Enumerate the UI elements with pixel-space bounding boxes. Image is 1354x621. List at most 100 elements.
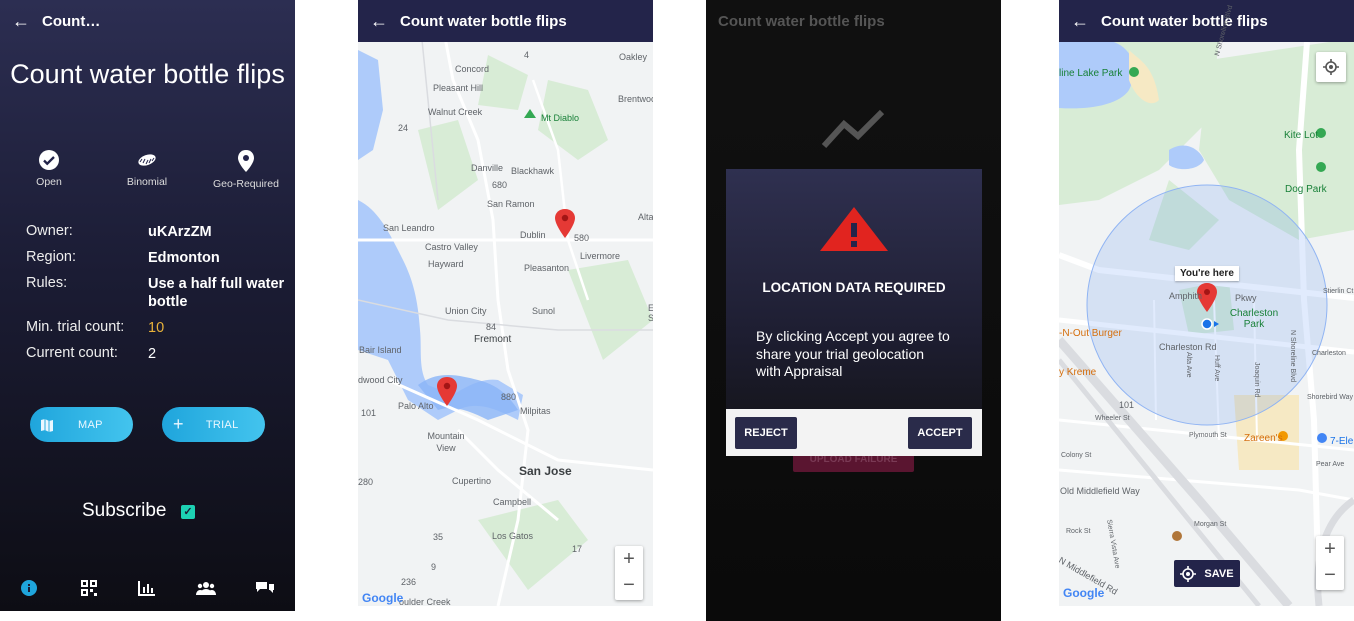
chat-icon[interactable] — [253, 578, 277, 598]
feature-label: Binomial — [126, 176, 168, 188]
map-canvas[interactable] — [1059, 0, 1354, 606]
crosshair-icon — [1323, 59, 1339, 75]
detail-region: Region: Edmonton — [26, 249, 288, 267]
save-button-label: SAVE — [1204, 567, 1234, 580]
map-label: S — [648, 313, 653, 323]
map-label: San Ramon — [487, 199, 535, 209]
bottle-cap-icon — [138, 154, 156, 166]
reject-button[interactable]: REJECT — [735, 417, 797, 449]
trial-button-label: TRIAL — [205, 418, 239, 431]
trend-line-icon — [821, 109, 885, 149]
route-label: 35 — [433, 532, 444, 542]
map-label: Fremont — [474, 334, 512, 345]
detail-min-trial-count: Min. trial count: 10 — [26, 319, 288, 337]
crosshair-icon — [1180, 565, 1197, 582]
trial-button[interactable]: + TRIAL — [162, 407, 265, 442]
map-label: Cupertino — [452, 476, 492, 486]
qr-code-icon[interactable] — [77, 578, 101, 598]
zoom-out-button[interactable]: − — [615, 572, 643, 598]
map-button[interactable]: MAP — [30, 407, 133, 442]
experiment-title: Count water bottle flips — [10, 59, 285, 89]
map-label: Colony St — [1061, 452, 1092, 459]
plus-icon: + — [173, 414, 184, 434]
map-label: Campbell — [493, 497, 532, 507]
detail-value: uKArzZM — [148, 224, 212, 240]
save-button[interactable]: SAVE — [1174, 560, 1240, 587]
map-label: San Leandro — [383, 223, 435, 233]
feature-binomial: Binomial — [107, 150, 187, 188]
app-bar: ← Count water bottle flips — [1059, 0, 1354, 42]
zoom-in-button[interactable]: + — [1316, 536, 1344, 562]
map-label: N Shoreline Blvd — [1289, 330, 1296, 383]
route-label: 880 — [501, 392, 517, 402]
route-label: 9 — [431, 562, 437, 572]
map-label: Zareen's — [1244, 433, 1283, 444]
map-label: Hayward — [428, 259, 464, 269]
route-label: 680 — [492, 180, 508, 190]
map-label: Huff Ave — [1213, 355, 1220, 382]
detail-owner: Owner: uKArzZM — [26, 223, 288, 241]
map-label: Concord — [455, 64, 490, 74]
feature-geo-required: Geo-Required — [206, 150, 286, 190]
app-bar: ← Count… — [0, 0, 295, 42]
map-label: Oakley — [619, 52, 648, 62]
map-label: Bair Island — [359, 345, 402, 355]
detail-key: Current count: — [26, 345, 118, 361]
feature-open: Open — [9, 150, 89, 188]
my-location-button[interactable] — [1316, 52, 1346, 82]
map-label: Plymouth St — [1189, 432, 1227, 439]
map-canvas[interactable] — [358, 0, 653, 606]
map-label: Los Gatos — [492, 531, 534, 541]
google-logo: Google — [362, 591, 404, 605]
detail-current-count: Current count: 2 — [26, 345, 288, 363]
zoom-controls: + − — [615, 546, 643, 600]
map-label: dwood City — [358, 375, 403, 385]
map-label: Wheeler St — [1095, 415, 1130, 422]
location-dialog: LOCATION DATA REQUIRED By clicking Accep… — [726, 169, 982, 456]
map-button-label: MAP — [78, 418, 103, 431]
map-label: Alta Ave — [1185, 352, 1192, 378]
zoom-in-button[interactable]: + — [615, 546, 643, 572]
detail-value: 2 — [148, 346, 157, 362]
location-pin-icon — [238, 150, 254, 172]
permission-screen: Count water bottle flips UPLOAD FAILURE … — [706, 0, 1001, 621]
zoom-out-button[interactable]: − — [1316, 562, 1344, 588]
map-label: -N-Out Burger — [1059, 328, 1122, 339]
route-label: 280 — [358, 477, 374, 487]
route-label: 17 — [572, 544, 583, 554]
back-arrow-icon[interactable]: ← — [0, 11, 42, 32]
map-label: Shorebird Way — [1307, 394, 1354, 401]
map-label: Joaquin Rd — [1253, 362, 1260, 398]
info-icon[interactable] — [17, 578, 41, 598]
map-screen: ← Count water bottle flips Concord Pleas… — [358, 0, 653, 606]
check-circle-icon — [39, 150, 59, 170]
map-label: Mt Diablo — [541, 113, 580, 123]
map-label: Dog Park — [1285, 184, 1327, 195]
route-label: 101 — [361, 408, 377, 418]
back-arrow-icon[interactable]: ← — [358, 11, 400, 32]
location-picker-screen: ← Count water bottle flips line Lake Par… — [1059, 0, 1354, 606]
dialog-title: LOCATION DATA REQUIRED — [762, 280, 946, 295]
map-label: Sunol — [532, 306, 556, 316]
detail-value: Edmonton — [148, 250, 220, 266]
app-bar-title: Count… — [42, 12, 101, 30]
feature-label: Geo-Required — [213, 178, 279, 190]
map-label: Danville — [471, 163, 504, 173]
map-label: Rock St — [1066, 528, 1091, 535]
accept-button[interactable]: ACCEPT — [908, 417, 972, 449]
people-icon[interactable] — [194, 578, 218, 598]
bar-chart-icon[interactable] — [135, 578, 159, 598]
map-label: Pleasant Hill — [433, 83, 484, 93]
subscribe-checkbox[interactable]: ✓ — [181, 505, 195, 519]
back-arrow-icon[interactable]: ← — [1059, 11, 1101, 32]
map-label: 7-Ele — [1330, 436, 1354, 447]
zoom-controls: + − — [1316, 536, 1344, 590]
map-label: Charleston Park — [1229, 308, 1279, 330]
map-label: Castro Valley — [425, 242, 478, 252]
detail-key: Owner: — [26, 223, 73, 239]
map-label: Livermore — [580, 251, 621, 261]
subscribe-label: Subscribe — [82, 500, 167, 521]
app-bar-title: Count water bottle flips — [400, 12, 567, 30]
warning-icon — [820, 207, 888, 251]
route-label: 4 — [524, 50, 530, 60]
